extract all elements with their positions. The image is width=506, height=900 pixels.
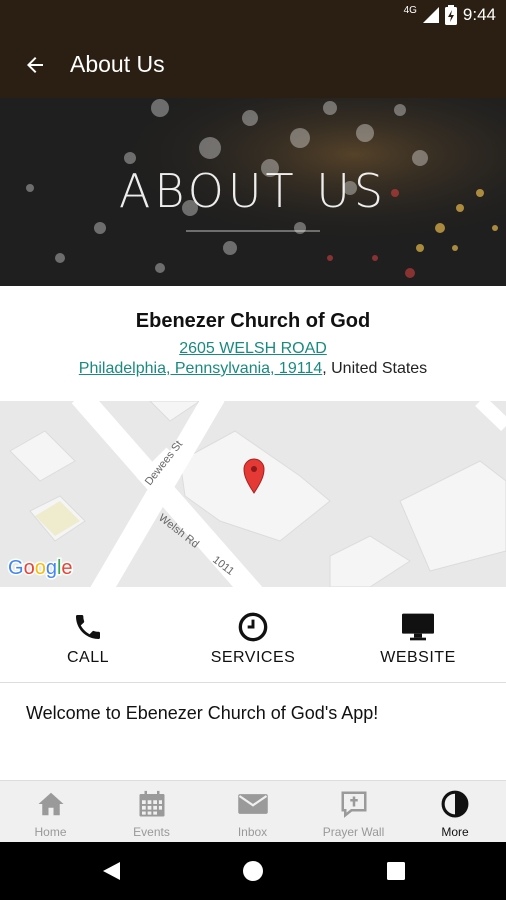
- contrast-icon: [441, 790, 469, 818]
- network-label: 4G: [403, 4, 417, 16]
- system-nav-bar: [0, 842, 506, 900]
- calendar-icon: [139, 790, 164, 817]
- website-button[interactable]: WEBSITE: [334, 587, 502, 683]
- status-bar: 4G 9:44: [0, 0, 506, 32]
- app-bar: About Us: [0, 32, 506, 98]
- tab-inbox[interactable]: Inbox: [202, 781, 303, 843]
- map-view[interactable]: Dewees St Welsh Rd 1011 Google: [0, 401, 506, 587]
- page-title: About Us: [70, 51, 165, 77]
- triangle-back-icon: [103, 862, 120, 880]
- phone-icon: [76, 615, 100, 639]
- monitor-icon: [402, 613, 434, 641]
- tab-inbox-label: Inbox: [237, 825, 268, 839]
- back-button[interactable]: [16, 46, 54, 84]
- call-label: CALL: [66, 649, 110, 666]
- tab-home-label: Home: [34, 825, 67, 839]
- church-name: Ebenezer Church of God: [135, 310, 371, 332]
- map-canvas: Dewees St Welsh Rd 1011 Google: [0, 401, 506, 587]
- website-label: WEBSITE: [380, 649, 456, 666]
- tab-more[interactable]: More: [404, 781, 506, 843]
- hero-divider: [186, 230, 320, 232]
- address-street: 2605 WELSH ROAD: [0, 340, 506, 358]
- tab-home[interactable]: Home: [0, 781, 101, 843]
- home-icon: [38, 792, 63, 816]
- action-row: CALL SERVICES WEBSITE: [0, 587, 506, 683]
- tab-prayer-wall-label: Prayer Wall: [322, 825, 385, 839]
- tab-events-label: Events: [133, 825, 170, 839]
- clock-time: 9:44: [462, 5, 496, 24]
- services-label: SERVICES: [210, 649, 296, 666]
- google-logo: Google: [8, 557, 73, 579]
- nav-home-button[interactable]: [238, 856, 268, 886]
- nav-recents-button[interactable]: [381, 856, 411, 886]
- services-button[interactable]: SERVICES: [169, 587, 337, 683]
- address-street-link[interactable]: 2605 WELSH ROAD: [179, 340, 327, 357]
- signal-icon: [422, 7, 439, 23]
- call-button[interactable]: CALL: [4, 587, 172, 683]
- tab-more-label: More: [441, 825, 469, 839]
- hero-banner: ABOUT US: [0, 98, 506, 286]
- clock-icon: [238, 612, 268, 642]
- mail-icon: [237, 794, 268, 814]
- church-info: Ebenezer Church of God 2605 WELSH ROAD P…: [0, 286, 506, 401]
- battery-icon: [444, 5, 457, 25]
- square-recents-icon: [387, 862, 405, 880]
- tab-prayer-wall[interactable]: Prayer Wall: [303, 781, 404, 843]
- address-country: , United States: [322, 360, 428, 377]
- circle-home-icon: [243, 861, 263, 881]
- tab-events[interactable]: Events: [101, 781, 202, 843]
- arrow-left-icon: [27, 57, 43, 73]
- bottom-tab-bar: Home Events Inbox Prayer Wall More: [0, 780, 506, 842]
- address-city-link[interactable]: Philadelphia, Pennsylvania, 19114: [79, 360, 322, 377]
- address-city: Philadelphia, Pennsylvania, 19114, Unite…: [0, 360, 506, 378]
- welcome-text: Welcome to Ebenezer Church of God's App!: [26, 703, 379, 723]
- prayer-icon: [341, 791, 366, 818]
- nav-back-button[interactable]: [96, 856, 126, 886]
